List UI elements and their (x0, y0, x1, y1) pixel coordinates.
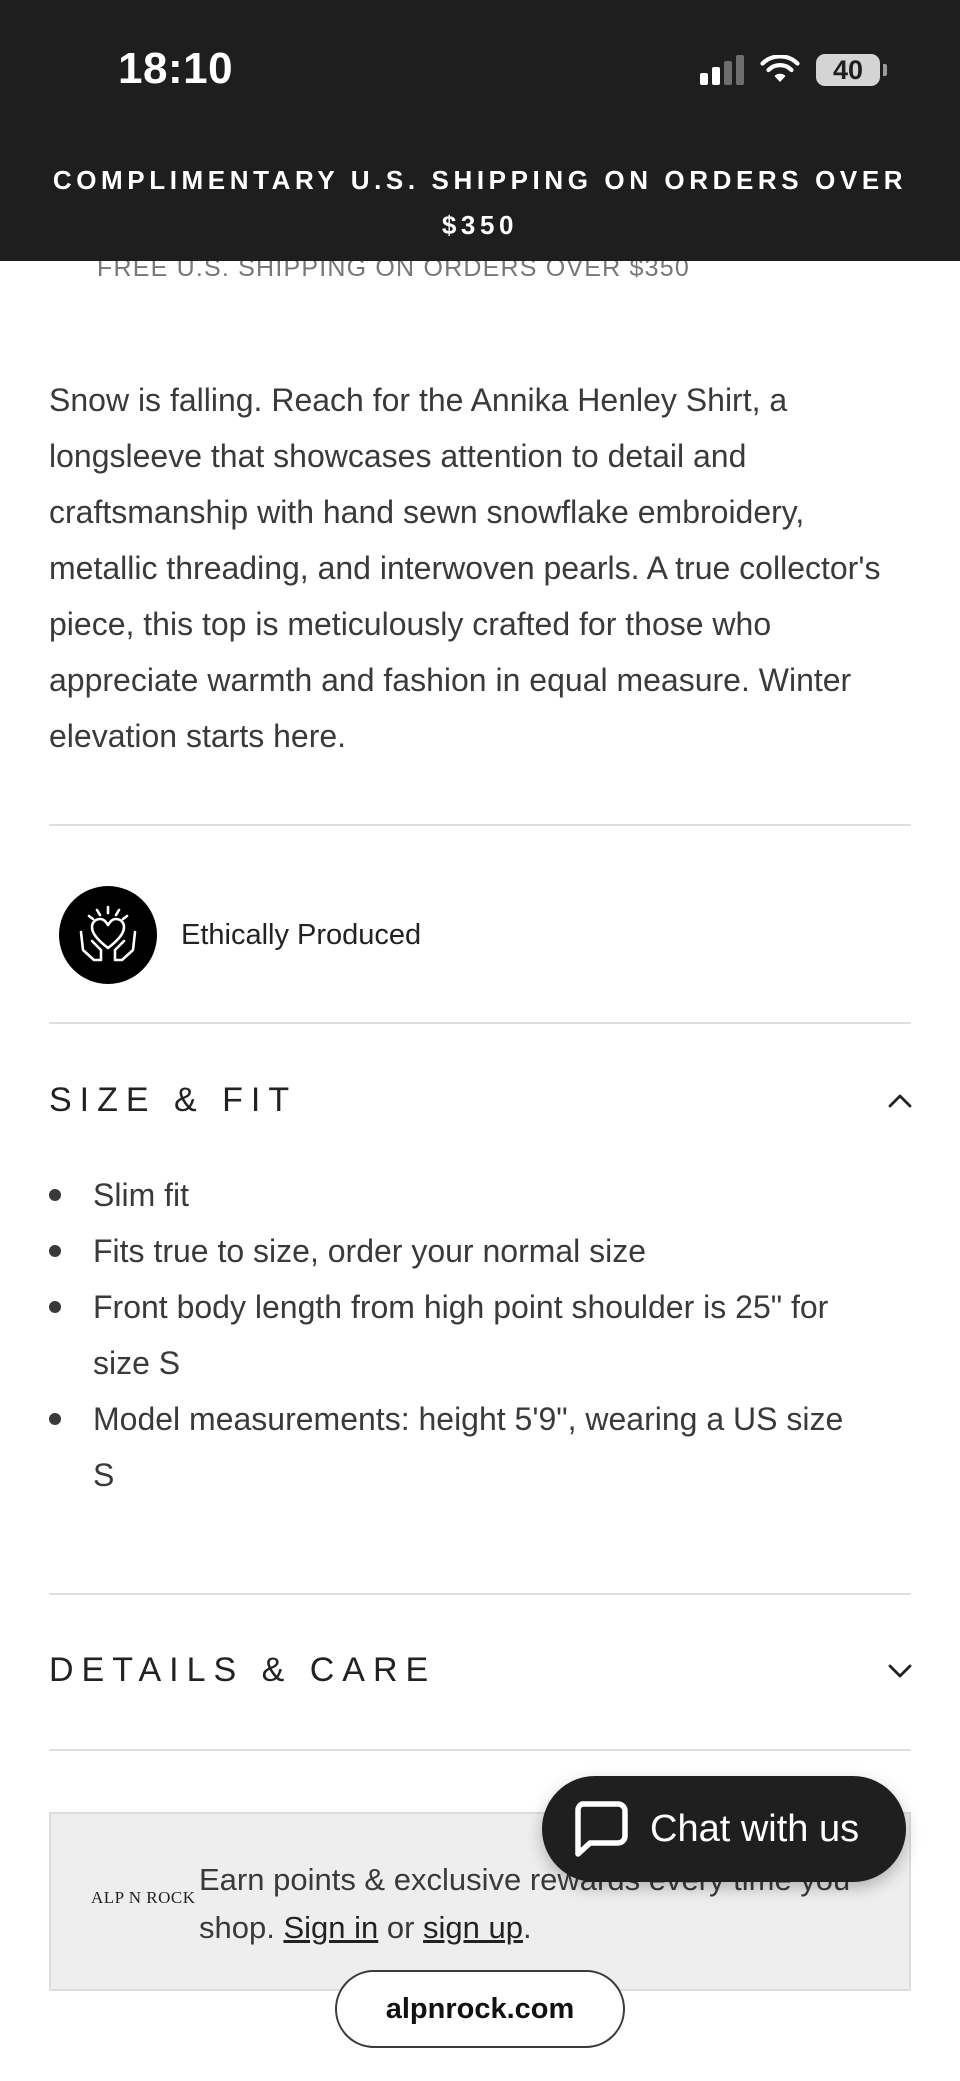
list-item: Front body length from high point should… (49, 1279, 869, 1391)
battery-level: 40 (832, 55, 864, 85)
list-item: Slim fit (49, 1167, 869, 1223)
brand-logo: ALP N ROCK (91, 1888, 196, 1907)
chat-button[interactable]: Chat with us (542, 1776, 906, 1882)
divider (49, 1749, 911, 1751)
rewards-suffix: . (523, 1910, 532, 1945)
browser-url-pill[interactable]: alpnrock.com (335, 1970, 625, 2048)
sign-up-link[interactable]: sign up (423, 1910, 523, 1945)
divider (49, 1022, 911, 1024)
hands-heart-icon (59, 886, 157, 984)
chevron-down-icon[interactable] (887, 1658, 913, 1684)
chat-label: Chat with us (650, 1807, 860, 1850)
sign-in-link[interactable]: Sign in (283, 1910, 378, 1945)
announcement-line-2: $350 (441, 210, 519, 240)
list-item: Fits true to size, order your normal siz… (49, 1223, 869, 1279)
details-care-title[interactable]: DETAILS & CARE (49, 1651, 436, 1690)
chevron-up-icon[interactable] (887, 1088, 913, 1114)
size-fit-list: Slim fit Fits true to size, order your n… (49, 1167, 869, 1503)
announcement-line-1: COMPLIMENTARY U.S. SHIPPING ON ORDERS OV… (52, 165, 908, 195)
announcement-bar: 18:10 40 COMPLIMENTARY U.S. SHIPPING ON … (0, 0, 960, 261)
divider (49, 1593, 911, 1595)
announcement-text: COMPLIMENTARY U.S. SHIPPING ON ORDERS OV… (0, 158, 960, 248)
ethically-produced-badge: Ethically Produced (59, 886, 421, 984)
wifi-icon (760, 55, 800, 82)
product-description: Snow is falling. Reach for the Annika He… (49, 382, 881, 754)
status-time: 18:10 (118, 44, 234, 93)
cellular-signal-icon (700, 55, 744, 85)
status-icons: 40 (700, 54, 887, 86)
rewards-or: or (378, 1910, 424, 1945)
divider (49, 824, 911, 826)
ethically-produced-label: Ethically Produced (181, 918, 422, 951)
battery-icon: 40 (816, 54, 887, 86)
list-item: Model measurements: height 5'9", wearing… (49, 1391, 869, 1503)
chat-bubble-icon (575, 1801, 628, 1857)
size-fit-title[interactable]: SIZE & FIT (49, 1081, 297, 1120)
